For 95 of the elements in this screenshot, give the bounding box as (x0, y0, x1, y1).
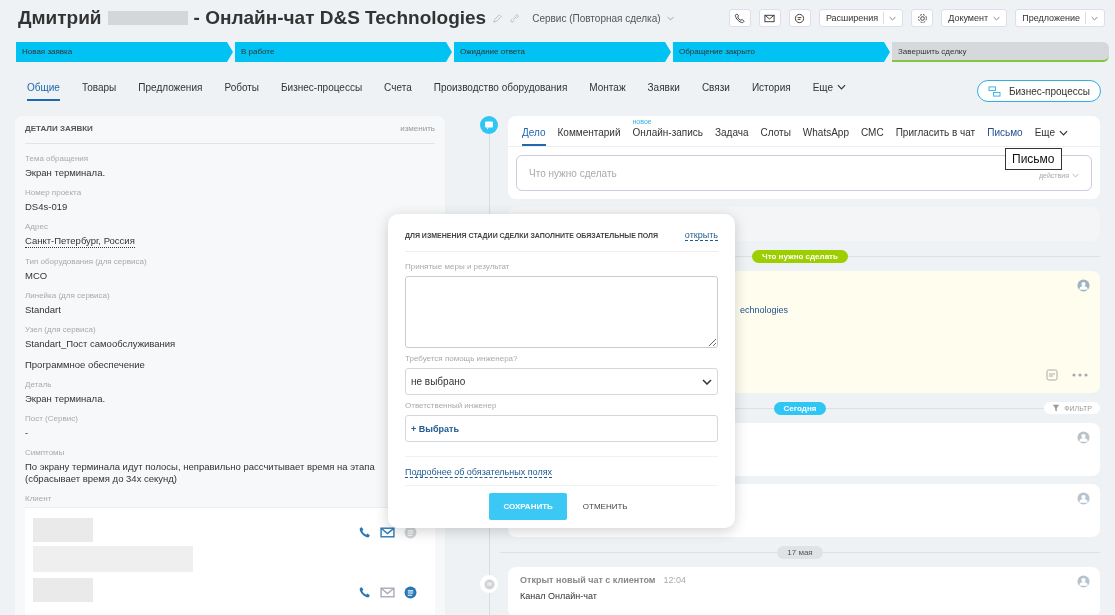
field-label: Требуется помощь инженера? (405, 354, 519, 363)
field-label: Пост (Сервис) (25, 414, 78, 423)
card-title: ДЕТАЛИ ЗАЯВКИ (25, 124, 93, 133)
activity-tab[interactable]: Слоты (760, 127, 791, 146)
stage-step[interactable]: Завершить сделку (892, 42, 1109, 62)
phone-icon[interactable] (734, 12, 746, 24)
open-link[interactable]: открыть (684, 230, 718, 241)
caret-icon[interactable] (1059, 129, 1068, 136)
field-label: Узел (для сервиса) (25, 325, 96, 334)
field-value[interactable]: Санкт-Петербург, Россия (25, 235, 135, 248)
field-value: Standart_Пост самообслуживания (25, 338, 176, 350)
cancel-button[interactable]: ОТМЕНИТЬ (576, 493, 634, 520)
settings-icon[interactable] (916, 12, 928, 24)
section-tab[interactable]: Еще (812, 81, 847, 101)
field-label: Деталь (25, 380, 52, 389)
field-value: По экрану терминала идут полосы, неправильно рассчитывает время на этапа (25, 461, 375, 473)
activity-tab[interactable]: WhatsApp (802, 127, 849, 146)
section-tab[interactable]: Бизнес-процессы (281, 81, 363, 101)
section-tab[interactable]: Производство оборудования (433, 81, 568, 101)
field-value: DS4s-019 (25, 201, 68, 213)
field-label: Тема обращения (25, 154, 89, 163)
header-menu-button[interactable]: Документ (941, 9, 1008, 27)
stage-step[interactable]: Ожидание ответа (454, 42, 671, 62)
header-menu-button[interactable]: Предложение (1015, 9, 1105, 27)
field-label: Симптомы (25, 448, 65, 457)
caret-icon[interactable] (702, 378, 712, 385)
section-badge: Сегодня (773, 401, 827, 415)
category-dropdown[interactable]: Сервис (Повторная сделка) (532, 12, 661, 24)
phone-icon[interactable] (358, 586, 371, 599)
deal-title: - Онлайн-чат D&S Technologies (193, 7, 487, 29)
deal-title: Дмитрий (18, 7, 102, 29)
deal-link[interactable]: echnologies (740, 305, 789, 315)
tooltip: Письмо (1005, 148, 1062, 170)
field-label: Номер проекта (25, 188, 82, 197)
chat-icon[interactable] (794, 12, 806, 24)
field-value: Экран терминала. (25, 167, 106, 179)
activity-tab[interactable]: Письмо (987, 127, 1023, 146)
chat-icon[interactable] (404, 586, 417, 599)
field-label: Тип оборудования (для сервиса) (25, 257, 147, 266)
activity-tab[interactable]: СМС (861, 127, 884, 146)
section-tab[interactable]: Связи (701, 81, 730, 101)
section-tab[interactable]: Предложения (138, 81, 203, 101)
phone-icon[interactable] (358, 526, 371, 539)
field-label: Ответственный инженер (405, 401, 498, 410)
activity-tab[interactable]: Пригласить в чат (895, 127, 976, 146)
activity-tab[interactable]: Задача (715, 127, 749, 146)
section-badge: Что нужно сделать (752, 249, 848, 263)
date-badge: 17 мая (777, 545, 823, 559)
avatar-icon (1077, 279, 1090, 292)
stage-step[interactable]: Новая заявка (16, 42, 233, 62)
stage-step[interactable]: В работе (235, 42, 452, 62)
mail-button[interactable] (758, 9, 781, 27)
field-label: Клиент (25, 494, 53, 503)
mail-icon[interactable] (764, 12, 776, 24)
field-label: Линейка (для сервиса) (25, 291, 110, 300)
field-value: Программное обеспечение (25, 359, 145, 371)
section-tab[interactable]: История (751, 81, 791, 101)
mail-icon[interactable] (380, 526, 395, 539)
header-menu-button[interactable]: Расширения (818, 9, 904, 27)
avatar-icon (1077, 575, 1090, 588)
field-value: Экран терминала. (25, 393, 106, 405)
chat-button[interactable] (788, 9, 811, 27)
section-tab[interactable]: Общие (27, 81, 60, 101)
phone-button[interactable] (728, 9, 751, 27)
stage-step[interactable]: Обращение закрыто (673, 42, 890, 62)
section-tab[interactable]: Монтаж (589, 81, 626, 101)
settings-button[interactable] (911, 9, 934, 27)
more-dots-icon[interactable] (1072, 373, 1088, 377)
field-value: - (25, 427, 29, 439)
field-value: MCO (25, 270, 48, 282)
required-fields-link[interactable]: Подробнее об обязательных полях (405, 467, 553, 478)
filter-icon (1052, 404, 1061, 412)
business-process-button[interactable]: Бизнес-процессы (976, 80, 1101, 102)
event-text: Канал Онлайн-чат (520, 591, 598, 601)
section-tab[interactable]: Счета (384, 81, 412, 101)
user-icon (1077, 431, 1090, 444)
field-label: Принятые меры и результат (405, 262, 511, 271)
section-tab[interactable]: Роботы (224, 81, 260, 101)
activity-tab[interactable]: Дело (522, 127, 546, 146)
field-value: (сбрасывает время до 34х секунд) (25, 473, 178, 485)
event-time: 12:04 (663, 575, 686, 585)
activity-tab[interactable]: Еще (1034, 127, 1068, 146)
engineer-help-select[interactable]: не выбрано (405, 368, 718, 395)
chat-bubble-icon (480, 116, 498, 134)
caret-icon[interactable] (837, 84, 847, 90)
activity-tab[interactable]: Комментарий (557, 127, 621, 146)
flowchart-icon (987, 85, 1001, 97)
section-tab[interactable]: Товары (81, 81, 117, 101)
field-label: Адрес (25, 222, 48, 231)
field-value: Standart (25, 304, 61, 316)
engineer-picker-field[interactable]: + Выбрать (405, 415, 718, 442)
section-tab[interactable]: Заявки (647, 81, 680, 101)
avatar-icon (1077, 492, 1090, 505)
activity-tab[interactable]: Онлайн-запись (632, 127, 703, 146)
event-title: Открыт новый чат с клиентом (520, 575, 656, 585)
